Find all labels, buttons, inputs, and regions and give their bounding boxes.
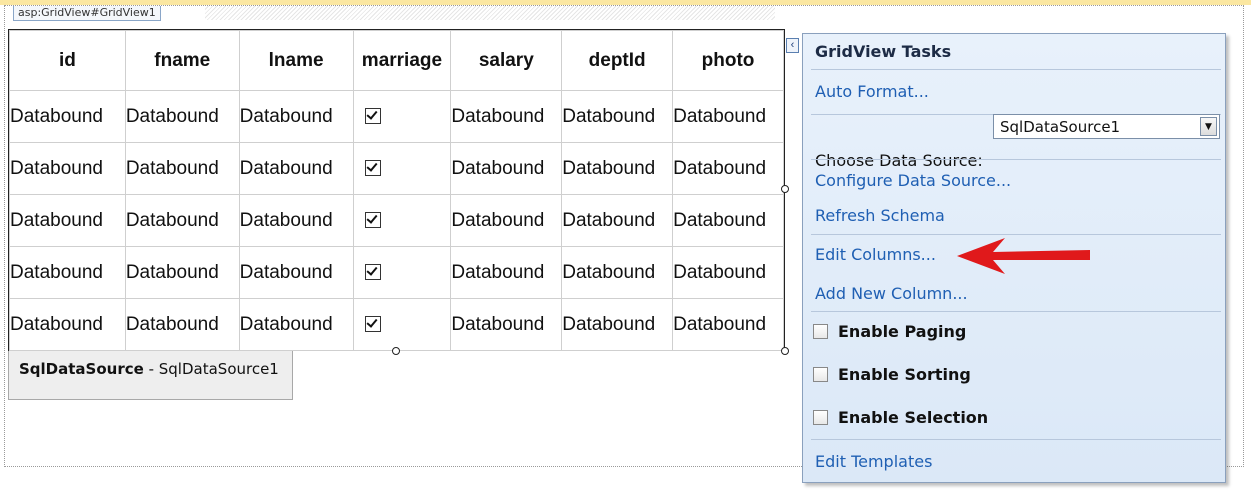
refresh-schema-link[interactable]: Refresh Schema (815, 206, 945, 225)
cell: Databound (124, 142, 240, 195)
choose-data-source-label: Choose Data Source: (815, 151, 983, 170)
cell: Databound (238, 142, 354, 195)
enable-paging-label[interactable]: Enable Paging (838, 322, 966, 341)
tasks-title: GridView Tasks (815, 42, 952, 61)
enable-selection-label[interactable]: Enable Selection (838, 408, 988, 427)
cell: Databound (450, 246, 563, 299)
cell: Databound (238, 194, 354, 247)
column-header-fname[interactable]: fname (124, 30, 240, 91)
marriage-cell (352, 194, 452, 247)
sqldatasource-control[interactable]: SqlDataSource - SqlDataSource1 (8, 351, 293, 400)
divider (811, 234, 1221, 235)
cell: Databound (561, 142, 674, 195)
divider (811, 159, 1221, 160)
cell: Databound (9, 246, 126, 299)
cell: Databound (561, 194, 674, 247)
cell: Databound (450, 298, 563, 351)
marriage-cell (352, 90, 452, 143)
data-source-select[interactable]: SqlDataSource1 ▼ (993, 114, 1220, 139)
cell: Databound (672, 90, 784, 143)
cell: Databound (238, 298, 354, 351)
cell: Databound (561, 246, 674, 299)
marriage-cell (352, 298, 452, 351)
marriage-checkbox (364, 108, 381, 125)
red-arrow-icon (957, 238, 1090, 274)
column-header-marriage[interactable]: marriage (352, 30, 452, 91)
table-row: Databound Databound Databound Databound … (9, 90, 784, 143)
column-header-lname[interactable]: lname (238, 30, 354, 91)
auto-format-link[interactable]: Auto Format... (815, 82, 929, 101)
resize-handle-bottom[interactable] (392, 347, 400, 355)
marriage-cell (352, 142, 452, 195)
control-tag: asp:GridView#GridView1 (13, 6, 161, 21)
table-row: Databound Databound Databound Databound … (9, 246, 784, 299)
header-row: id fname lname marriage salary deptId ph… (9, 30, 784, 91)
cell: Databound (238, 90, 354, 143)
grid-table: id fname lname marriage salary deptId ph… (9, 30, 784, 351)
sqldatasource-id: SqlDataSource1 (158, 360, 279, 378)
cell: Databound (561, 298, 674, 351)
divider (811, 69, 1221, 70)
sqldatasource-separator: - (143, 360, 159, 378)
sqldatasource-type: SqlDataSource (19, 360, 144, 378)
cell: Databound (672, 298, 784, 351)
cell: Databound (450, 194, 563, 247)
edit-templates-link[interactable]: Edit Templates (815, 452, 932, 471)
cell: Databound (672, 194, 784, 247)
enable-sorting-label[interactable]: Enable Sorting (838, 365, 971, 384)
column-header-id[interactable]: id (9, 30, 126, 91)
configure-data-source-link[interactable]: Configure Data Source... (815, 171, 1011, 190)
enable-selection-checkbox[interactable] (813, 410, 828, 425)
tag-hatch (205, 6, 775, 20)
cell: Databound (124, 194, 240, 247)
resize-handle-right[interactable] (781, 185, 789, 193)
cell: Databound (9, 298, 126, 351)
divider (811, 439, 1221, 440)
marriage-checkbox (364, 316, 381, 333)
cell: Databound (124, 90, 240, 143)
enable-paging-checkbox[interactable] (813, 324, 828, 339)
cell: Databound (450, 90, 563, 143)
column-header-salary[interactable]: salary (450, 30, 563, 91)
chevron-down-icon[interactable]: ▼ (1200, 117, 1217, 136)
table-row: Databound Databound Databound Databound … (9, 194, 784, 247)
cell: Databound (672, 142, 784, 195)
marriage-checkbox (364, 212, 381, 229)
data-source-value: SqlDataSource1 (1000, 118, 1121, 136)
enable-sorting-checkbox[interactable] (813, 367, 828, 382)
column-header-photo[interactable]: photo (672, 30, 784, 91)
marriage-checkbox (364, 264, 381, 281)
column-header-deptid[interactable]: deptId (561, 30, 674, 91)
marriage-checkbox (364, 160, 381, 177)
marriage-cell (352, 246, 452, 299)
table-row: Databound Databound Databound Databound … (9, 142, 784, 195)
table-row: Databound Databound Databound Databound … (9, 298, 784, 351)
cell: Databound (9, 142, 126, 195)
divider (811, 311, 1221, 312)
cell: Databound (124, 298, 240, 351)
chevron-left-icon[interactable]: ‹ (786, 38, 799, 53)
cell: Databound (9, 90, 126, 143)
add-new-column-link[interactable]: Add New Column... (815, 284, 968, 303)
cell: Databound (450, 142, 563, 195)
resize-handle-corner[interactable] (781, 347, 789, 355)
cell: Databound (561, 90, 674, 143)
cell: Databound (672, 246, 784, 299)
cell: Databound (238, 246, 354, 299)
gridview[interactable]: id fname lname marriage salary deptId ph… (8, 29, 785, 351)
cell: Databound (124, 246, 240, 299)
cell: Databound (9, 194, 126, 247)
edit-columns-link[interactable]: Edit Columns... (815, 245, 936, 264)
